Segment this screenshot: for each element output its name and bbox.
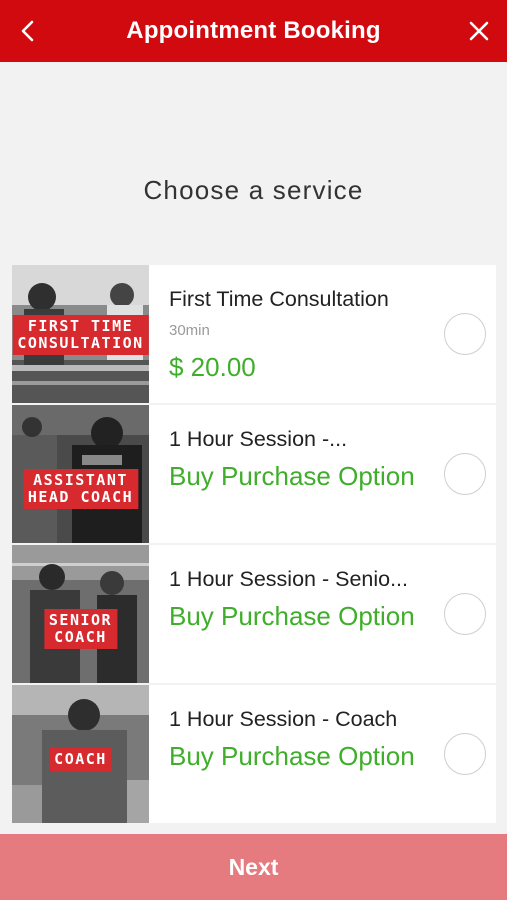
chevron-left-icon: [21, 20, 34, 42]
service-duration: 30min: [169, 322, 210, 339]
service-row-senior-coach[interactable]: SENIOR COACH 1 Hour Session - Senio... B…: [12, 545, 496, 683]
service-image-label: COACH: [49, 748, 112, 771]
service-row-first-time-consultation[interactable]: FIRST TIME CONSULTATION First Time Consu…: [12, 265, 496, 403]
service-radio[interactable]: [444, 453, 486, 495]
service-image: FIRST TIME CONSULTATION: [12, 265, 149, 403]
service-info: 1 Hour Session -... Buy Purchase Option: [169, 405, 439, 543]
buy-purchase-option-link[interactable]: Buy Purchase Option: [169, 738, 419, 775]
close-icon: [469, 21, 489, 41]
buy-purchase-option-link[interactable]: Buy Purchase Option: [169, 458, 419, 495]
service-name: 1 Hour Session - Coach: [169, 707, 398, 731]
service-image-label: SENIOR COACH: [43, 609, 118, 649]
service-image: SENIOR COACH: [12, 545, 149, 683]
service-radio[interactable]: [444, 733, 486, 775]
service-row-coach[interactable]: COACH 1 Hour Session - Coach Buy Purchas…: [12, 685, 496, 823]
service-list: FIRST TIME CONSULTATION First Time Consu…: [12, 265, 496, 825]
service-image-label: FIRST TIME CONSULTATION: [12, 315, 149, 355]
service-info: First Time Consultation 30min $ 20.00: [169, 265, 439, 403]
buy-purchase-option-link[interactable]: Buy Purchase Option: [169, 598, 419, 635]
next-button[interactable]: Next: [0, 834, 507, 900]
service-row-assistant-head-coach[interactable]: ASSISTANT HEAD COACH 1 Hour Session -...…: [12, 405, 496, 543]
service-radio[interactable]: [444, 593, 486, 635]
service-price: $ 20.00: [169, 352, 256, 382]
service-name: 1 Hour Session - Senio...: [169, 567, 409, 591]
page-title: Appointment Booking: [126, 17, 381, 44]
app-header: Appointment Booking: [0, 0, 507, 62]
close-button[interactable]: [459, 11, 499, 51]
back-button[interactable]: [8, 11, 48, 51]
service-image-label: ASSISTANT HEAD COACH: [22, 469, 139, 509]
service-name: 1 Hour Session -...: [169, 427, 348, 451]
service-image: ASSISTANT HEAD COACH: [12, 405, 149, 543]
service-info: 1 Hour Session - Senio... Buy Purchase O…: [169, 545, 439, 683]
service-name: First Time Consultation: [169, 287, 389, 311]
choose-service-prompt: Choose a service: [143, 175, 364, 205]
service-radio[interactable]: [444, 313, 486, 355]
service-info: 1 Hour Session - Coach Buy Purchase Opti…: [169, 685, 439, 823]
service-image: COACH: [12, 685, 149, 823]
